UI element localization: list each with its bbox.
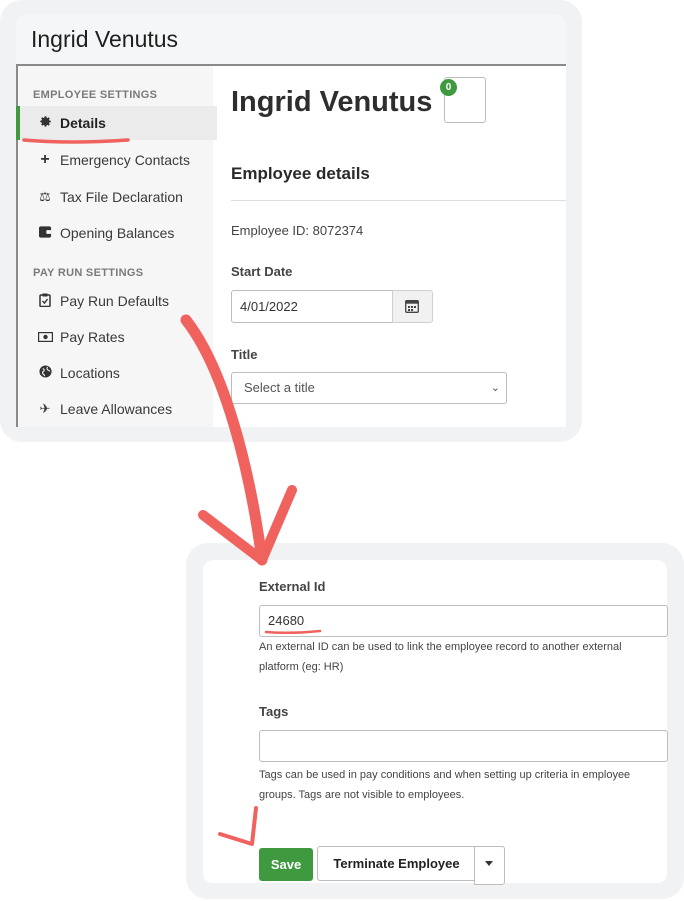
- tags-input[interactable]: [259, 730, 668, 762]
- save-button[interactable]: Save: [259, 848, 313, 881]
- employee-id-text: Employee ID: 8072374: [231, 223, 364, 238]
- sidebar-item-label: Locations: [60, 365, 120, 381]
- sidebar-item-label: Leave Allowances: [60, 401, 173, 417]
- plus-icon: +: [40, 151, 50, 168]
- external-id-input[interactable]: 24680: [259, 605, 668, 637]
- employee-window: Ingrid Venutus EMPLOYEE SETTINGS Details…: [16, 14, 566, 427]
- title-select[interactable]: Select a title ⌄: [231, 372, 507, 404]
- start-date-label: Start Date: [231, 264, 293, 279]
- tags-help-text: Tags can be used in pay conditions and w…: [259, 769, 631, 801]
- scales-icon: ⚖: [39, 189, 51, 204]
- calendar-icon: [405, 299, 419, 318]
- title-bar: Ingrid Venutus: [16, 14, 566, 66]
- tags-label: Tags: [259, 704, 289, 719]
- sidebar-item-label: Pay Run Defaults: [60, 293, 169, 309]
- sidebar-item-label: Pay Rates: [60, 329, 125, 345]
- employee-settings-heading: EMPLOYEE SETTINGS: [33, 89, 158, 101]
- window-title: Ingrid Venutus: [31, 26, 179, 52]
- sidebar-item-locations[interactable]: Locations: [18, 356, 213, 390]
- more-actions-dropdown[interactable]: [474, 846, 505, 885]
- divider: [231, 200, 566, 201]
- wallet-icon: [38, 225, 52, 241]
- plane-icon: ✈: [39, 401, 51, 416]
- section-title: Employee details: [231, 164, 370, 183]
- sidebar-item-opening-balances[interactable]: Opening Balances: [18, 216, 213, 250]
- sidebar-item-label: Opening Balances: [60, 225, 175, 241]
- count-badge: 0: [440, 79, 457, 96]
- external-id-help-text: An external ID can be used to link the e…: [259, 641, 622, 673]
- gear-icon: [38, 115, 52, 131]
- sidebar-item-tax-file-declaration[interactable]: ⚖ Tax File Declaration: [18, 180, 213, 214]
- sidebar: EMPLOYEE SETTINGS Details + Emergency Co…: [16, 66, 217, 427]
- external-id-label: External Id: [259, 579, 326, 594]
- sidebar-item-details[interactable]: Details: [16, 106, 217, 140]
- globe-icon: [38, 365, 52, 381]
- start-date-input[interactable]: 4/01/2022: [231, 290, 400, 323]
- title-label: Title: [231, 347, 258, 362]
- title-select-value: Select a title: [244, 380, 315, 395]
- clipboard-icon: [38, 293, 52, 310]
- sidebar-item-label: Details: [60, 115, 106, 131]
- sidebar-item-pay-rates[interactable]: Pay Rates: [18, 320, 213, 354]
- chevron-down-icon: ⌄: [490, 382, 500, 394]
- sidebar-item-label: Emergency Contacts: [60, 152, 190, 168]
- truncated-field-label: [238, 422, 242, 427]
- caret-down-icon: [485, 861, 493, 866]
- calendar-button[interactable]: [392, 290, 433, 323]
- sidebar-item-emergency-contacts[interactable]: + Emergency Contacts: [18, 143, 213, 177]
- employee-name-heading: Ingrid Venutus: [231, 86, 433, 118]
- sidebar-item-label: Tax File Declaration: [60, 189, 183, 205]
- terminate-employee-button[interactable]: Terminate Employee: [317, 846, 476, 881]
- pay-run-settings-heading: PAY RUN SETTINGS: [33, 267, 144, 279]
- money-icon: [37, 330, 54, 345]
- sidebar-item-pay-run-defaults[interactable]: Pay Run Defaults: [18, 284, 213, 318]
- sidebar-item-leave-allowances[interactable]: ✈ Leave Allowances: [18, 392, 213, 426]
